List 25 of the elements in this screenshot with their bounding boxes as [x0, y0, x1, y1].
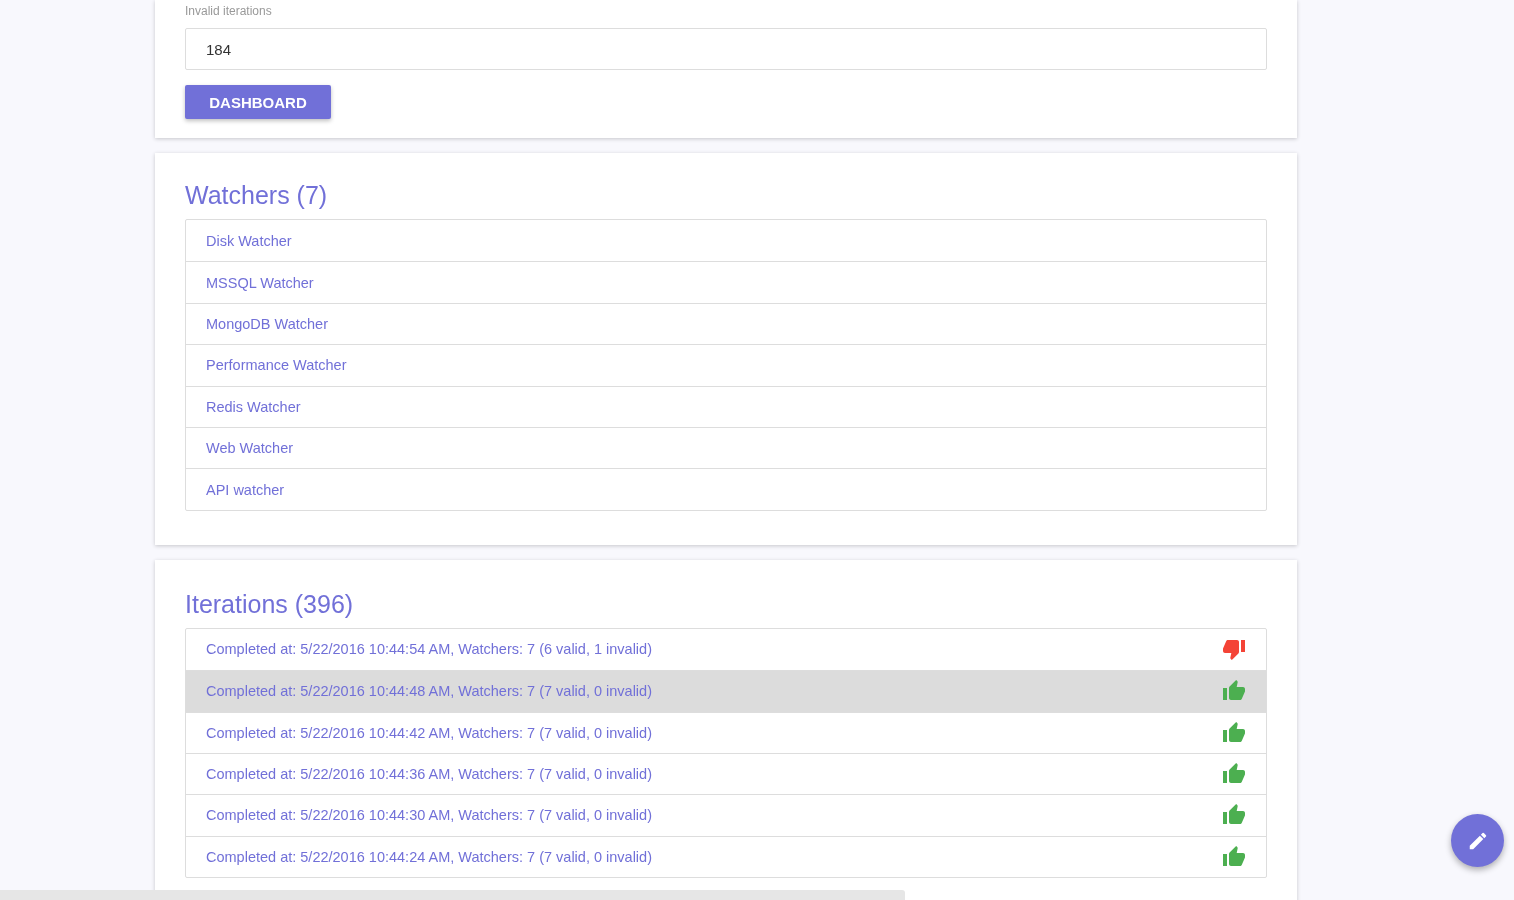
iteration-text: Completed at: 5/22/2016 10:44:48 AM, Watchers: 7 (7 valid, 0 invalid): [206, 683, 652, 700]
list-item[interactable]: MongoDB Watcher: [186, 302, 1266, 345]
field-label: Invalid iterations: [185, 4, 273, 18]
input-field[interactable]: 184: [185, 28, 1267, 70]
list-item[interactable]: API watcher: [186, 468, 1266, 510]
list-item[interactable]: Redis Watcher: [186, 385, 1266, 427]
iteration-text: Completed at: 5/22/2016 10:44:36 AM, Watchers: 7 (7 valid, 0 invalid): [206, 766, 652, 783]
section-title: Iterations (396): [185, 588, 355, 620]
iteration-text: Completed at: 5/22/2016 10:44:24 AM, Watchers: 7 (7 valid, 0 invalid): [206, 848, 652, 865]
section-title: Watchers (7): [185, 180, 329, 211]
iteration-text: Completed at: 5/22/2016 10:44:30 AM, Watchers: 7 (7 valid, 0 invalid): [206, 807, 652, 824]
dashboard-button[interactable]: DASHBOARD: [185, 85, 331, 119]
list-item[interactable]: Completed at: 5/22/2016 10:44:30 AM, Watchers: 7 (7 valid, 0 invalid): [186, 794, 1266, 836]
list-item[interactable]: Web Watcher: [186, 426, 1266, 469]
iteration-text: Completed at: 5/22/2016 10:44:42 AM, Watchers: 7 (7 valid, 0 invalid): [206, 724, 652, 741]
list-item[interactable]: Completed at: 5/22/2016 10:44:24 AM, Watchers: 7 (7 valid, 0 invalid): [186, 835, 1266, 878]
list-item[interactable]: MSSQL Watcher: [186, 261, 1266, 303]
list-item[interactable]: Completed at: 5/22/2016 10:44:36 AM, Watchers: 7 (7 valid, 0 invalid): [186, 752, 1266, 795]
list-item[interactable]: Completed at: 5/22/2016 10:44:42 AM, Watchers: 7 (7 valid, 0 invalid): [186, 711, 1266, 753]
list-item[interactable]: Disk Watcher: [186, 220, 1266, 262]
edit-button[interactable]: [1451, 814, 1504, 867]
list-item[interactable]: Completed at: 5/22/2016 10:44:54 AM, Watchers: 7 (6 valid, 1 invalid): [186, 628, 1266, 671]
list-item[interactable]: Completed at: 5/22/2016 10:44:48 AM, Watchers: 7 (7 valid, 0 invalid): [186, 670, 1266, 712]
iteration-text: Completed at: 5/22/2016 10:44:54 AM, Watchers: 7 (6 valid, 1 invalid): [206, 641, 652, 658]
list-item[interactable]: Performance Watcher: [186, 344, 1266, 386]
